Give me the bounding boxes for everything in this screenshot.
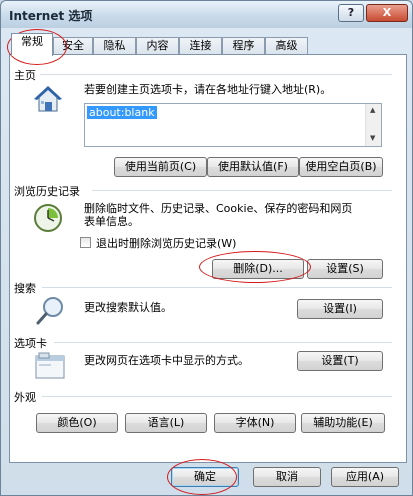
ok-button[interactable]: 确定 xyxy=(171,467,239,487)
tabs-group-title: 选项卡 xyxy=(14,335,47,351)
home-divider xyxy=(40,74,392,75)
delete-history-button[interactable]: 删除(D)... xyxy=(212,259,304,279)
home-url-value[interactable]: about:blank xyxy=(87,106,157,119)
general-tab-panel: 主页 若要创建主页选项卡，请在各地址行键入地址(R)。 about:blank … xyxy=(9,54,407,463)
use-current-button[interactable]: 使用当前页(C) xyxy=(114,157,207,177)
tab-security[interactable]: 安全 xyxy=(53,37,93,55)
house-icon xyxy=(32,83,64,115)
scroll-up-icon[interactable]: ▲ xyxy=(370,106,375,114)
history-group-title: 浏览历史记录 xyxy=(14,183,80,199)
title-bar[interactable]: Internet 选项 ? X xyxy=(1,1,412,28)
tabs-settings-button[interactable]: 设置(T) xyxy=(297,351,383,371)
tab-programs[interactable]: 程序 xyxy=(222,37,265,55)
home-group-title: 主页 xyxy=(14,67,36,83)
search-divider xyxy=(42,287,392,288)
use-blank-button[interactable]: 使用空白页(B) xyxy=(299,157,383,177)
apply-button[interactable]: 应用(A) xyxy=(331,467,399,487)
window-title: Internet 选项 xyxy=(9,9,93,23)
appearance-divider xyxy=(42,396,392,397)
internet-options-window: Internet 选项 ? X 常规 安全 隐私 内容 连接 程序 高级 主页 … xyxy=(0,0,413,496)
search-group-title: 搜索 xyxy=(14,280,36,296)
history-settings-button[interactable]: 设置(S) xyxy=(307,259,383,279)
tabs-description: 更改网页在选项卡中显示的方式。 xyxy=(84,354,249,367)
accessibility-button[interactable]: 辅助功能(E) xyxy=(301,413,385,433)
tabs-divider xyxy=(54,342,392,343)
fonts-button[interactable]: 字体(N) xyxy=(214,413,296,433)
close-button[interactable]: X xyxy=(366,4,408,22)
appearance-group-title: 外观 xyxy=(14,389,36,405)
history-description-line2: 表单信息。 xyxy=(84,215,139,228)
colors-button[interactable]: 颜色(O) xyxy=(36,413,118,433)
tab-advanced[interactable]: 高级 xyxy=(265,37,308,55)
home-description: 若要创建主页选项卡，请在各地址行键入地址(R)。 xyxy=(84,83,332,96)
history-divider xyxy=(92,190,392,191)
scroll-down-icon[interactable]: ▼ xyxy=(370,134,375,142)
tab-connections[interactable]: 连接 xyxy=(179,37,222,55)
delete-on-exit-checkbox[interactable] xyxy=(80,237,91,248)
languages-button[interactable]: 语言(L) xyxy=(125,413,207,433)
cancel-button[interactable]: 取消 xyxy=(253,467,321,487)
search-settings-button[interactable]: 设置(I) xyxy=(297,299,383,319)
home-url-scrollbar[interactable]: ▲ ▼ xyxy=(365,104,381,146)
tab-content[interactable]: 内容 xyxy=(136,37,179,55)
tab-window-icon xyxy=(34,352,66,380)
history-description-line1: 删除临时文件、历史记录、Cookie、保存的密码和网页 xyxy=(84,202,353,215)
tab-privacy[interactable]: 隐私 xyxy=(93,37,136,55)
home-url-input[interactable]: about:blank ▲ ▼ xyxy=(84,103,382,147)
delete-on-exit-label[interactable]: 退出时删除浏览历史记录(W) xyxy=(96,237,236,250)
magnifier-icon xyxy=(34,295,66,327)
tab-strip: 常规 安全 隐私 内容 连接 程序 高级 xyxy=(9,33,409,56)
help-button[interactable]: ? xyxy=(338,4,364,22)
search-description: 更改搜索默认值。 xyxy=(84,301,172,314)
use-default-button[interactable]: 使用默认值(F) xyxy=(207,157,299,177)
tab-general[interactable]: 常规 xyxy=(11,33,53,56)
history-clock-icon xyxy=(32,202,64,234)
